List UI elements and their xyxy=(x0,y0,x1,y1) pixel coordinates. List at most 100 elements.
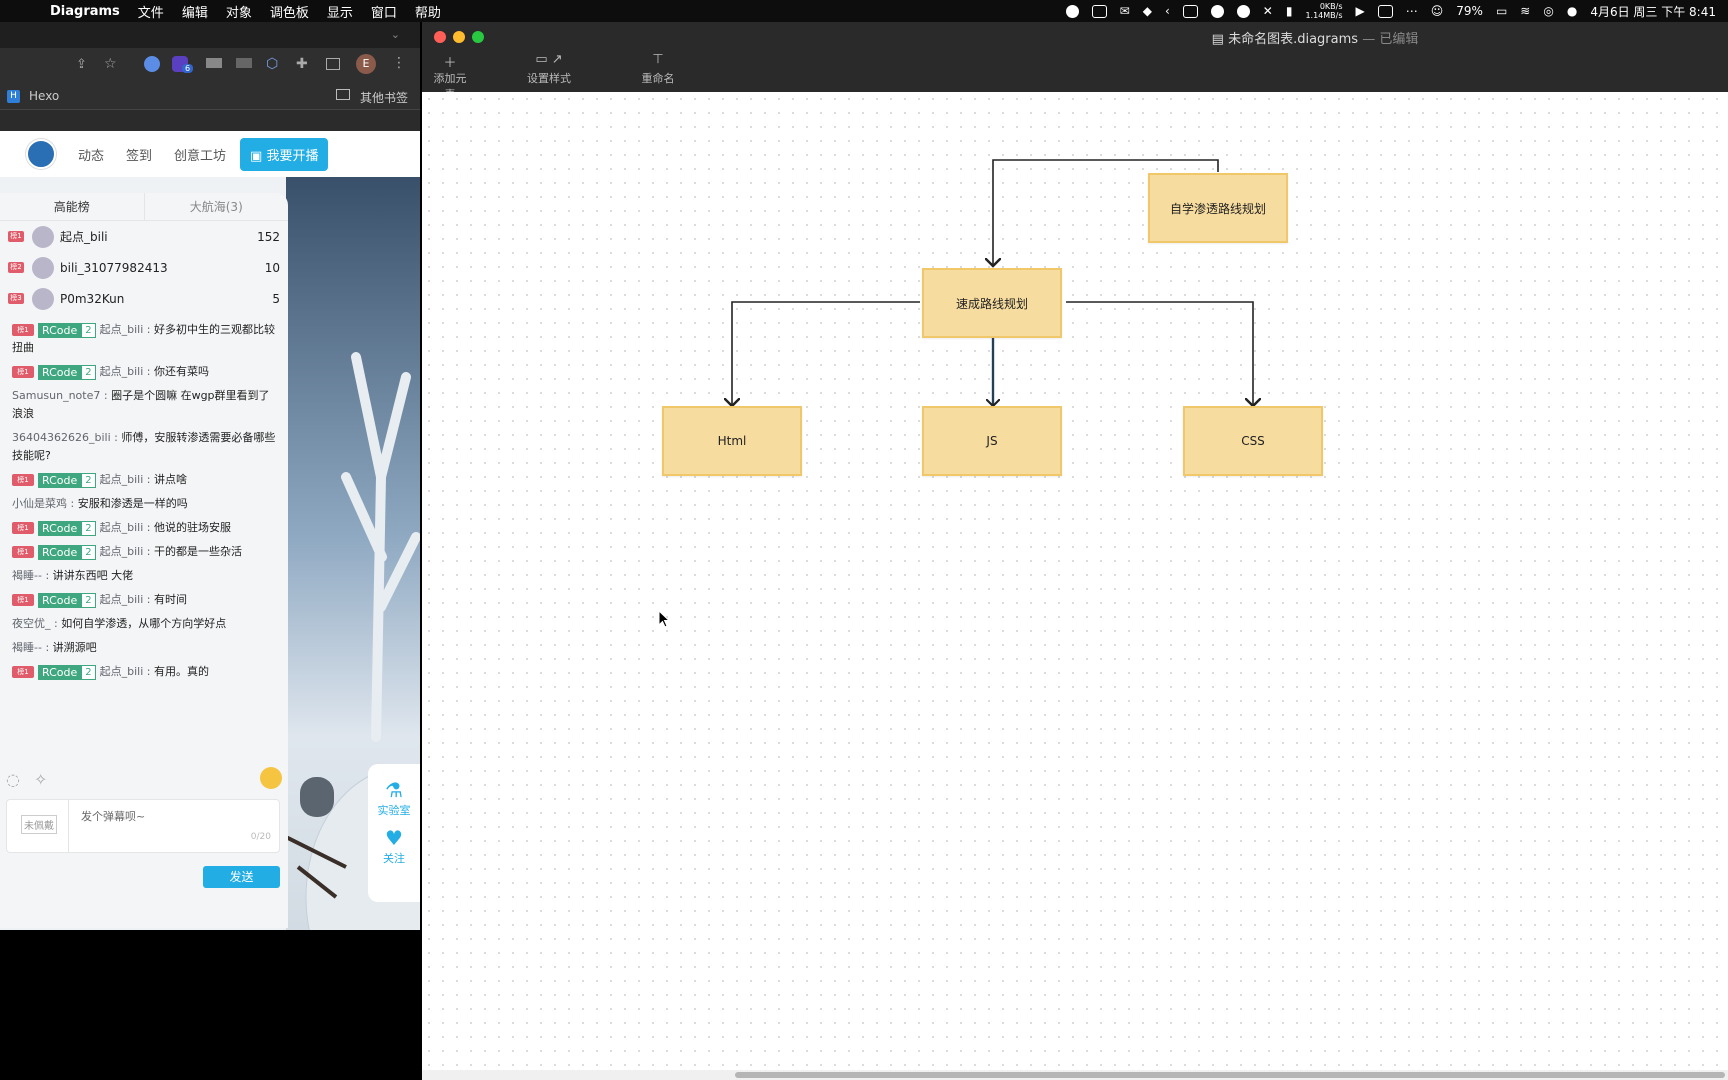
node-js[interactable]: JS xyxy=(922,406,1062,476)
rank-name[interactable]: 起点_bili xyxy=(60,228,257,245)
layout-icon[interactable] xyxy=(1182,4,1198,18)
nav-workshop[interactable]: 创意工坊 xyxy=(174,145,226,164)
wechat-icon[interactable]: ✉ xyxy=(1120,4,1130,18)
chat-message[interactable]: 榜1 RCode 2 起点_bili : 干的都是一些杂活 xyxy=(0,540,288,564)
node-html[interactable]: Html xyxy=(662,406,802,476)
extension-hat-icon[interactable] xyxy=(206,58,222,68)
x-icon[interactable]: ✕ xyxy=(1263,4,1273,18)
notification-icon[interactable]: ◆ xyxy=(1143,4,1152,18)
chat-username[interactable]: 小仙是菜鸡 xyxy=(12,497,67,510)
tab-high-energy[interactable]: 高能榜 xyxy=(0,193,144,220)
connector-middle-to-css[interactable] xyxy=(1066,301,1253,406)
chat-username[interactable]: 褐睡-- xyxy=(12,569,42,582)
record-icon[interactable] xyxy=(1065,4,1079,18)
sidebar-toggle-icon[interactable] xyxy=(326,58,340,70)
user-avatar[interactable] xyxy=(26,139,56,169)
wifi-icon[interactable]: ≋ xyxy=(1520,4,1530,18)
chat-message[interactable]: 夜空优_ : 如何自学渗透，从哪个方向学好点 xyxy=(0,612,288,636)
diagram-canvas[interactable]: 自学渗透路线规划 速成路线规划 Html JS CSS xyxy=(422,92,1728,1070)
rank-row[interactable]: 榜3 P0m32Kun 5 xyxy=(0,283,288,314)
tab-fleet[interactable]: 大航海(3) xyxy=(143,193,289,220)
chat-message[interactable]: 褐睡-- : 讲溯源吧 xyxy=(0,636,288,660)
palette-icon[interactable]: ◌ xyxy=(6,770,20,789)
chat-message[interactable]: Samusun_note7 : 圈子是个圆嘛 在wgp群里看到了浪浪 xyxy=(0,384,288,426)
battery-icon[interactable]: ▭ xyxy=(1496,4,1507,18)
menu-view[interactable]: 显示 xyxy=(318,2,362,21)
profile-avatar[interactable]: E xyxy=(356,54,376,74)
chat-username[interactable]: 起点_bili xyxy=(100,365,144,378)
chat-username[interactable]: 褐睡-- xyxy=(12,641,42,654)
battery-app-icon[interactable]: ▮ xyxy=(1286,4,1293,18)
flask-icon[interactable]: ⚗ xyxy=(368,778,420,802)
clock[interactable]: 4月6日 周三 下午 8:41 xyxy=(1590,3,1716,20)
follow-label[interactable]: 关注 xyxy=(368,850,420,866)
medal-slot[interactable]: 未佩戴 xyxy=(7,800,69,852)
rank-avatar[interactable] xyxy=(32,287,54,310)
rank-name[interactable]: bili_31077982413 xyxy=(60,261,265,275)
chat-username[interactable]: 夜空优_ xyxy=(12,617,51,630)
more-menu-icon[interactable]: ⋮ xyxy=(392,55,406,71)
chat-message[interactable]: 榜1 RCode 2 起点_bili : 他说的驻场安服 xyxy=(0,516,288,540)
danmaku-input-box[interactable]: 未佩戴 发个弹幕呗~ 0/20 xyxy=(6,799,280,853)
chat-list[interactable]: 榜1 RCode 2 起点_bili : 好多初中生的三观都比较扭曲 榜1 RCode 2 起… xyxy=(0,318,288,684)
chat-message[interactable]: 榜1 RCode 2 起点_bili : 有用。真的 xyxy=(0,660,288,684)
menu-help[interactable]: 帮助 xyxy=(406,2,450,21)
chat-message[interactable]: 榜1 RCode 2 起点_bili : 好多初中生的三观都比较扭曲 xyxy=(0,318,288,360)
weibo-icon[interactable] xyxy=(1236,4,1250,18)
chat-message[interactable]: 榜1 RCode 2 起点_bili : 有时间 xyxy=(0,588,288,612)
app-icon[interactable] xyxy=(1210,4,1224,18)
document-name[interactable]: 未命名图表.diagrams xyxy=(1228,32,1358,47)
play-icon[interactable]: ▶ xyxy=(1356,4,1365,18)
chat-message[interactable]: 36404362626_bili : 师傅，安服转渗透需要必备哪些技能呢? xyxy=(0,426,288,468)
lab-label[interactable]: 实验室 xyxy=(368,802,420,818)
chat-username[interactable]: 起点_bili xyxy=(100,593,144,606)
menu-object[interactable]: 对象 xyxy=(217,2,261,21)
rename-button[interactable]: ⊤ 重命名 xyxy=(638,52,678,86)
siri-icon[interactable]: ● xyxy=(1567,4,1577,18)
dots-icon[interactable]: ⋯ xyxy=(1406,4,1418,18)
send-button[interactable]: 发送 xyxy=(203,866,280,888)
chat-username[interactable]: 起点_bili xyxy=(100,323,144,336)
rank-name[interactable]: P0m32Kun xyxy=(60,292,272,306)
connector-middle-to-html[interactable] xyxy=(732,301,920,406)
node-crash-course-plan[interactable]: 速成路线规划 xyxy=(922,268,1062,338)
extension-cube-icon[interactable]: ⬡ xyxy=(266,56,278,72)
horizontal-scrollbar[interactable] xyxy=(422,1070,1728,1080)
gift-icon[interactable]: ✧ xyxy=(34,770,47,789)
node-css[interactable]: CSS xyxy=(1183,406,1323,476)
chat-message[interactable]: 褐睡-- : 讲讲东西吧 大佬 xyxy=(0,564,288,588)
emoji-icon[interactable] xyxy=(260,767,282,789)
chat-username[interactable]: 起点_bili xyxy=(100,521,144,534)
nav-dynamic[interactable]: 动态 xyxy=(78,145,104,164)
menu-app-name[interactable]: Diagrams xyxy=(48,4,129,19)
chevron-left-icon[interactable]: ‹ xyxy=(1165,4,1170,18)
rank-avatar[interactable] xyxy=(32,225,54,248)
chat-username[interactable]: 起点_bili xyxy=(100,665,144,678)
menu-palette[interactable]: 调色板 xyxy=(261,2,318,21)
node-self-study-plan[interactable]: 自学渗透路线规划 xyxy=(1148,173,1288,243)
bookmark-other[interactable]: 其他书签 xyxy=(360,89,408,106)
menu-window[interactable]: 窗口 xyxy=(362,2,406,21)
nav-checkin[interactable]: 签到 xyxy=(126,145,152,164)
control-center-icon[interactable]: ◎ xyxy=(1543,4,1553,18)
chat-username[interactable]: 36404362626_bili xyxy=(12,431,111,444)
extension-icon[interactable] xyxy=(144,56,160,72)
chat-message[interactable]: 榜1 RCode 2 起点_bili : 讲点啥 xyxy=(0,468,288,492)
rank-avatar[interactable] xyxy=(32,256,54,279)
menu-edit[interactable]: 编辑 xyxy=(173,2,217,21)
rank-row[interactable]: 榜1 起点_bili 152 xyxy=(0,221,288,252)
menu-file[interactable]: 文件 xyxy=(129,2,173,21)
chat-username[interactable]: 起点_bili xyxy=(100,545,144,558)
chat-message[interactable]: 小仙是菜鸡 : 安服和渗透是一样的吗 xyxy=(0,492,288,516)
extension-card-icon[interactable] xyxy=(236,58,252,68)
start-live-button[interactable]: ▣ 我要开播 xyxy=(240,137,329,171)
user-icon[interactable]: ☺ xyxy=(1431,4,1444,18)
grid-icon[interactable] xyxy=(1377,4,1393,18)
bookmark-star-icon[interactable]: ☆ xyxy=(104,56,117,72)
tab-dropdown-icon[interactable]: ⌄ xyxy=(391,28,400,41)
share-icon[interactable]: ⇪ xyxy=(76,57,87,72)
app-x-icon[interactable] xyxy=(1091,4,1107,18)
chat-message[interactable]: 榜1 RCode 2 起点_bili : 你还有菜吗 xyxy=(0,360,288,384)
rank-row[interactable]: 榜2 bili_31077982413 10 xyxy=(0,252,288,283)
heart-icon[interactable]: ♥ xyxy=(368,826,420,850)
